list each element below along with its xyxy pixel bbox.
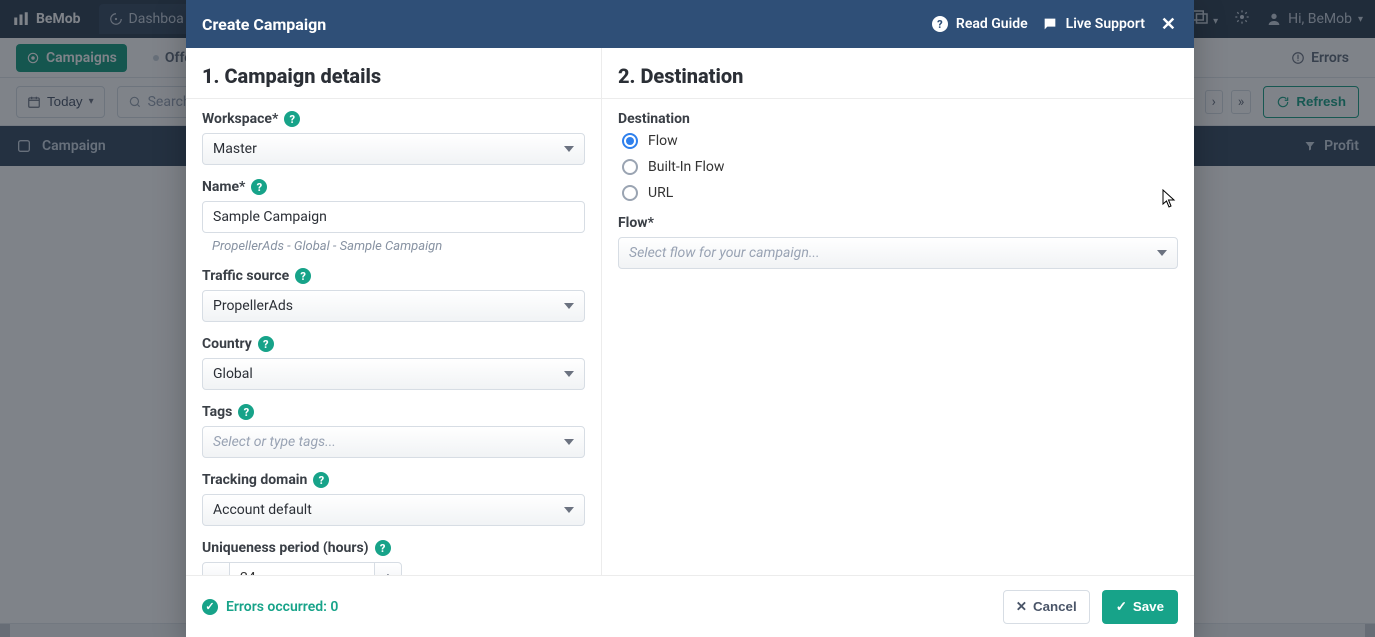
chevron-down-icon — [564, 371, 574, 377]
country-value: Global — [213, 366, 564, 382]
live-support-label: Live Support — [1066, 16, 1145, 32]
workspace-label: Workspace* — [202, 111, 278, 127]
create-campaign-modal: Create Campaign ? Read Guide Live Suppor… — [186, 0, 1194, 637]
radio-url[interactable]: URL — [622, 185, 1178, 201]
cancel-button[interactable]: ✕ Cancel — [1003, 590, 1090, 624]
modal-title: Create Campaign — [202, 15, 326, 34]
uniqueness-stepper[interactable]: − 24 + — [202, 562, 402, 575]
errors-indicator: ✓ Errors occurred: 0 — [202, 599, 338, 615]
traffic-value: PropellerAds — [213, 298, 564, 314]
radio-builtin-label: Built-In Flow — [648, 159, 724, 175]
workspace-select[interactable]: Master — [202, 133, 585, 165]
errors-text: Errors occurred: 0 — [226, 599, 338, 615]
save-button[interactable]: ✓ Save — [1102, 590, 1178, 624]
name-value: Sample Campaign — [213, 209, 327, 225]
read-guide-link[interactable]: ? Read Guide — [932, 16, 1028, 32]
tags-input[interactable]: Select or type tags... — [202, 426, 585, 458]
destination-group: Destination Flow Built-In Flow — [618, 111, 1178, 201]
uniqueness-group: Uniqueness period (hours) ? − 24 + — [202, 540, 585, 575]
flow-select-group: Flow* Select flow for your campaign... — [618, 215, 1178, 269]
tags-group: Tags ? Select or type tags... — [202, 404, 585, 458]
tags-label: Tags — [202, 404, 232, 420]
workspace-group: Workspace* ? Master — [202, 111, 585, 165]
modal-body: 1. Campaign details Workspace* ? Master — [186, 48, 1194, 575]
section1-title: 1. Campaign details — [186, 48, 601, 99]
radio-flow[interactable]: Flow — [622, 133, 1178, 149]
check-icon: ✓ — [1116, 599, 1127, 615]
country-group: Country ? Global — [202, 336, 585, 390]
close-button[interactable]: ✕ — [1159, 10, 1178, 39]
name-hint: PropellerAds - Global - Sample Campaign — [212, 239, 585, 254]
radio-icon — [622, 159, 638, 175]
help-icon[interactable]: ? — [258, 336, 274, 352]
country-select[interactable]: Global — [202, 358, 585, 390]
save-label: Save — [1133, 599, 1164, 614]
tracking-group: Tracking domain ? Account default — [202, 472, 585, 526]
tracking-label: Tracking domain — [202, 472, 307, 488]
check-icon: ✓ — [202, 599, 218, 615]
stepper-minus-button[interactable]: − — [202, 562, 230, 575]
name-label: Name* — [202, 179, 245, 195]
traffic-select[interactable]: PropellerAds — [202, 290, 585, 322]
chat-icon — [1042, 16, 1058, 32]
campaign-details-panel: 1. Campaign details Workspace* ? Master — [186, 48, 602, 575]
radio-icon — [622, 185, 638, 201]
stepper-plus-button[interactable]: + — [374, 562, 402, 575]
help-icon[interactable]: ? — [251, 179, 267, 195]
workspace-value: Master — [213, 141, 564, 157]
close-icon: ✕ — [1016, 599, 1027, 615]
flow-select[interactable]: Select flow for your campaign... — [618, 237, 1178, 269]
destination-group-label: Destination — [618, 111, 690, 127]
country-label: Country — [202, 336, 252, 352]
chevron-down-icon — [564, 303, 574, 309]
cancel-label: Cancel — [1033, 599, 1077, 614]
modal-header: Create Campaign ? Read Guide Live Suppor… — [186, 0, 1194, 48]
help-icon[interactable]: ? — [375, 540, 391, 556]
chevron-down-icon — [564, 507, 574, 513]
radio-url-label: URL — [648, 185, 673, 201]
flow-placeholder: Select flow for your campaign... — [629, 245, 1157, 261]
traffic-group: Traffic source ? PropellerAds — [202, 268, 585, 322]
help-icon[interactable]: ? — [295, 268, 311, 284]
name-input[interactable]: Sample Campaign — [202, 201, 585, 233]
section2-title: 2. Destination — [602, 48, 1194, 99]
name-group: Name* ? Sample Campaign PropellerAds - G… — [202, 179, 585, 254]
chevron-down-icon — [1157, 250, 1167, 256]
details-scroll[interactable]: Workspace* ? Master Name* ? Sampl — [186, 99, 601, 575]
chevron-down-icon — [564, 439, 574, 445]
live-support-link[interactable]: Live Support — [1042, 16, 1145, 32]
flow-label: Flow* — [618, 215, 654, 231]
chevron-down-icon — [564, 146, 574, 152]
tracking-select[interactable]: Account default — [202, 494, 585, 526]
uniqueness-value[interactable]: 24 — [230, 562, 374, 575]
destination-scroll: Destination Flow Built-In Flow — [602, 99, 1194, 575]
tracking-value: Account default — [213, 502, 564, 518]
help-icon[interactable]: ? — [313, 472, 329, 488]
read-guide-label: Read Guide — [956, 16, 1028, 32]
modal-footer: ✓ Errors occurred: 0 ✕ Cancel ✓ Save — [186, 575, 1194, 637]
uniqueness-label: Uniqueness period (hours) — [202, 540, 369, 556]
help-icon[interactable]: ? — [238, 404, 254, 420]
radio-builtin-flow[interactable]: Built-In Flow — [622, 159, 1178, 175]
traffic-label: Traffic source — [202, 268, 289, 284]
destination-panel: 2. Destination Destination Flow Built-In… — [602, 48, 1194, 575]
radio-icon — [622, 133, 638, 149]
radio-flow-label: Flow — [648, 133, 678, 149]
help-icon[interactable]: ? — [284, 111, 300, 127]
question-icon: ? — [932, 16, 948, 32]
tags-placeholder: Select or type tags... — [213, 434, 564, 450]
